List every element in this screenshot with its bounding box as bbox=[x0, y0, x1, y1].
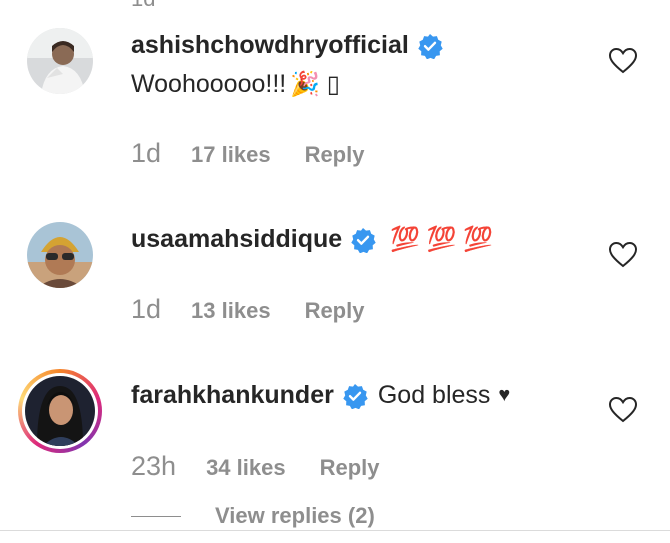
comment-text: God bless bbox=[377, 381, 491, 409]
comment-likes[interactable]: 13 likes bbox=[191, 298, 271, 324]
comment-header: ashishchowdhryofficial bbox=[131, 31, 443, 60]
view-replies-label: View replies (2) bbox=[215, 503, 375, 528]
comment-emoji: 🎉 ▯ bbox=[290, 71, 340, 98]
comment-username[interactable]: ashishchowdhryofficial bbox=[131, 31, 409, 60]
avatar-ring-inner bbox=[22, 373, 98, 449]
avatar-image bbox=[27, 28, 93, 94]
verified-badge-icon bbox=[351, 227, 376, 253]
view-replies-line bbox=[131, 515, 181, 517]
comment-emoji: ♥ bbox=[498, 384, 511, 406]
comment-time[interactable]: 1d bbox=[131, 138, 161, 169]
verified-badge-icon bbox=[418, 33, 443, 59]
comment-username[interactable]: farahkhankunder bbox=[131, 381, 334, 410]
avatar[interactable] bbox=[27, 28, 93, 94]
comment-likes[interactable]: 17 likes bbox=[191, 142, 271, 168]
comment-header: farahkhankunder God bless ♥ bbox=[131, 381, 510, 410]
previous-comment-time: 1d bbox=[131, 0, 155, 12]
reply-button[interactable]: Reply bbox=[305, 298, 365, 324]
comment-time[interactable]: 23h bbox=[131, 451, 176, 482]
reply-button[interactable]: Reply bbox=[320, 455, 380, 481]
avatar bbox=[25, 376, 95, 446]
verified-badge-icon bbox=[343, 383, 368, 409]
like-heart-icon[interactable] bbox=[608, 47, 638, 75]
view-replies-button[interactable]: View replies (2) bbox=[131, 503, 375, 529]
comment-header: usaamahsiddique 💯 💯 💯 bbox=[131, 225, 493, 254]
avatar-image bbox=[27, 222, 93, 288]
comment-body: Woohooooo!!! 🎉 ▯ bbox=[131, 70, 340, 99]
avatar-story-ring[interactable] bbox=[18, 369, 102, 453]
comment-text: Woohooooo!!! bbox=[131, 70, 287, 98]
avatar-image bbox=[25, 376, 95, 446]
like-heart-icon[interactable] bbox=[608, 241, 638, 269]
comment-time[interactable]: 1d bbox=[131, 294, 161, 325]
comment-meta: 23h 34 likes Reply bbox=[131, 451, 380, 482]
comment-username[interactable]: usaamahsiddique bbox=[131, 225, 342, 254]
comment-meta: 1d 13 likes Reply bbox=[131, 294, 364, 325]
comment-emoji: 💯 💯 💯 bbox=[390, 226, 494, 253]
avatar[interactable] bbox=[27, 222, 93, 288]
divider bbox=[0, 530, 670, 531]
comment-likes[interactable]: 34 likes bbox=[206, 455, 286, 481]
like-heart-icon[interactable] bbox=[608, 396, 638, 424]
comment-meta: 1d 17 likes Reply bbox=[131, 138, 364, 169]
reply-button[interactable]: Reply bbox=[305, 142, 365, 168]
